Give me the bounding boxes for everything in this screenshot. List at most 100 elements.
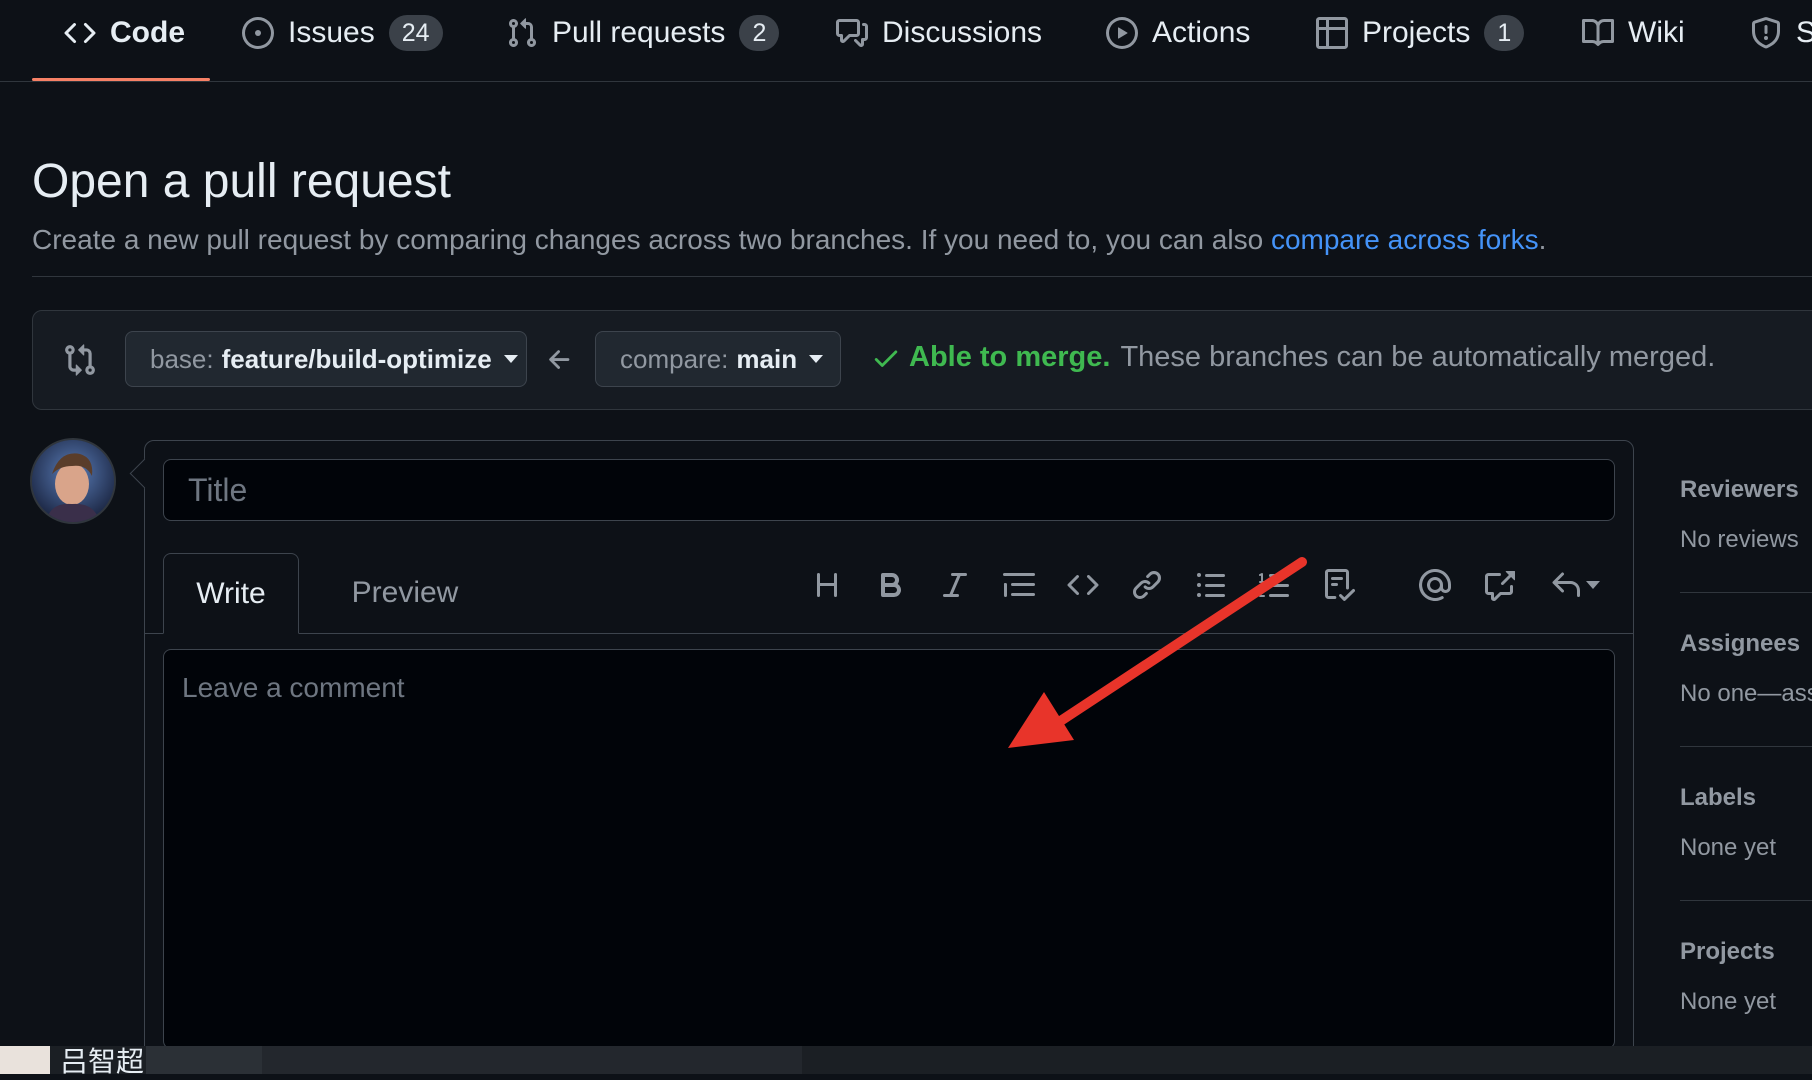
- tab-divider: [145, 633, 1633, 634]
- unordered-list-icon: [1197, 573, 1225, 597]
- code-icon: [64, 22, 96, 44]
- bottom-segment: [262, 1046, 802, 1074]
- issue-icon: [242, 17, 274, 49]
- assignees-heading: Assignees: [1680, 630, 1801, 657]
- compare-prefix: compare:: [620, 343, 729, 374]
- issues-count-badge: 24: [388, 15, 443, 51]
- avatar-image: [32, 440, 114, 522]
- base-branch-name: feature/build-optimize: [221, 343, 492, 374]
- tab-security-label: S: [1796, 16, 1812, 49]
- merge-status: Able to merge. These branches can be aut…: [871, 341, 1715, 374]
- sidebar-divider: [1680, 900, 1812, 901]
- task-list-icon: [1325, 569, 1355, 601]
- tab-discussions-label: Discussions: [882, 16, 1043, 49]
- table-icon: [1316, 17, 1348, 49]
- check-icon: [874, 350, 898, 367]
- mention-button[interactable]: [1415, 565, 1455, 605]
- sidebar-assignees[interactable]: Assignees No one—ass: [1680, 630, 1812, 708]
- link-icon: [1132, 570, 1162, 600]
- cross-reference-icon: [1485, 571, 1515, 601]
- tab-issues[interactable]: Issues 24: [242, 8, 443, 58]
- bold-button[interactable]: [871, 565, 911, 605]
- reply-button[interactable]: [1545, 565, 1605, 605]
- base-prefix: base:: [150, 343, 214, 374]
- pull-requests-count-badge: 2: [739, 15, 780, 51]
- avatar[interactable]: [30, 438, 116, 524]
- reply-icon: [1552, 572, 1580, 597]
- sidebar-reviewers[interactable]: Reviewers No reviews: [1680, 476, 1812, 554]
- compare-bar: base: feature/build-optimize compare: main…: [32, 310, 1812, 410]
- labels-heading: Labels: [1680, 784, 1757, 811]
- quote-icon: [1003, 573, 1035, 597]
- tab-wiki[interactable]: Wiki: [1582, 8, 1685, 58]
- code-icon: [1067, 574, 1099, 596]
- book-icon: [1582, 18, 1614, 46]
- pull-request-icon: [508, 18, 537, 48]
- labels-value: None yet: [1680, 834, 1777, 861]
- tab-security[interactable]: S: [1750, 8, 1812, 58]
- tab-preview[interactable]: Preview: [325, 553, 485, 633]
- repo-nav: Code Issues 24 Pull requests 2 Discussio…: [0, 0, 1812, 82]
- comment-textarea[interactable]: [163, 649, 1615, 1049]
- tab-write[interactable]: Write: [163, 553, 299, 634]
- cross-reference-button[interactable]: [1479, 565, 1519, 605]
- sidebar-divider: [1680, 746, 1812, 747]
- description-text: Create a new pull request by comparing c…: [32, 224, 1271, 255]
- projects-value: None yet: [1680, 988, 1777, 1015]
- chevron-down-icon: [503, 355, 518, 363]
- sidebar-projects[interactable]: Projects None yet: [1680, 938, 1812, 1016]
- tab-actions[interactable]: Actions: [1106, 8, 1250, 58]
- tab-wiki-label: Wiki: [1628, 16, 1685, 49]
- mention-icon: [1419, 569, 1451, 601]
- tab-code-label: Code: [110, 16, 185, 49]
- bold-icon: [881, 573, 902, 597]
- tab-discussions[interactable]: Discussions: [836, 8, 1042, 58]
- tab-code[interactable]: Code: [64, 8, 185, 58]
- quote-button[interactable]: [999, 565, 1039, 605]
- discussions-icon: [836, 19, 868, 47]
- tab-projects-label: Projects: [1362, 16, 1471, 49]
- merge-status-ok: Able to merge.: [909, 341, 1111, 373]
- reviewers-heading: Reviewers: [1680, 476, 1799, 503]
- base-branch-selector[interactable]: base: feature/build-optimize: [125, 331, 527, 387]
- chevron-down-icon: [1586, 581, 1600, 589]
- ordered-list-button[interactable]: [1255, 565, 1295, 605]
- header-divider: [32, 276, 1812, 277]
- sidebar-labels[interactable]: Labels None yet: [1680, 784, 1812, 862]
- unordered-list-button[interactable]: [1191, 565, 1231, 605]
- assignees-value: No one—ass: [1680, 680, 1812, 707]
- bottom-bar: 吕智超: [0, 1046, 1812, 1077]
- active-tab-underline: [32, 78, 210, 81]
- shield-icon: [1752, 17, 1780, 49]
- tab-projects[interactable]: Projects 1: [1316, 8, 1525, 58]
- tab-pull-requests[interactable]: Pull requests 2: [506, 8, 780, 58]
- ordered-list-icon: [1259, 573, 1289, 597]
- page-title: Open a pull request: [32, 155, 451, 208]
- reviewers-value: No reviews: [1680, 526, 1799, 553]
- play-icon: [1106, 17, 1138, 49]
- sidebar-divider: [1680, 592, 1812, 593]
- projects-count-badge: 1: [1484, 15, 1525, 51]
- compare-across-forks-link[interactable]: compare across forks: [1271, 224, 1539, 255]
- merge-status-message: These branches can be automatically merg…: [1120, 341, 1716, 373]
- code-button[interactable]: [1063, 565, 1103, 605]
- heading-button[interactable]: [807, 565, 847, 605]
- compare-branch-selector[interactable]: compare: main: [595, 331, 841, 387]
- compare-branch-name: main: [736, 343, 798, 374]
- link-button[interactable]: [1127, 565, 1167, 605]
- thumbnail: [0, 1046, 50, 1074]
- tab-actions-label: Actions: [1152, 16, 1251, 49]
- arrow-left-icon: [549, 350, 570, 369]
- projects-heading: Projects: [1680, 938, 1775, 965]
- title-input[interactable]: [163, 459, 1615, 521]
- chevron-down-icon: [809, 355, 824, 363]
- bottom-username: 吕智超: [60, 1046, 145, 1077]
- pull-request-form: Write Preview: [129, 440, 1634, 1062]
- bottom-segment: [146, 1046, 262, 1074]
- compare-arrows-icon: [65, 344, 95, 376]
- tab-pull-requests-label: Pull requests: [552, 16, 726, 49]
- task-list-button[interactable]: [1319, 565, 1359, 605]
- heading-icon: [817, 573, 837, 597]
- italic-button[interactable]: [935, 565, 975, 605]
- description-end: .: [1538, 224, 1547, 255]
